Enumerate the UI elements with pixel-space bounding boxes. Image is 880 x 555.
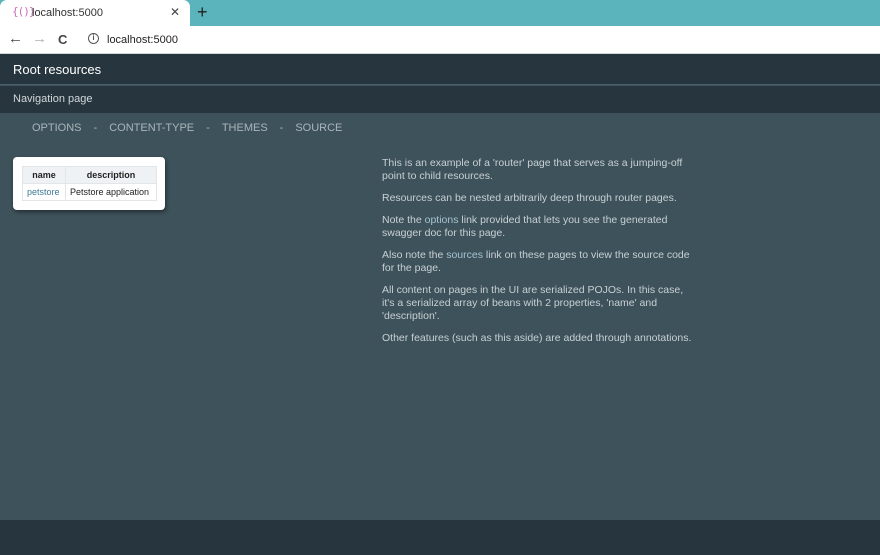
browser-tab[interactable]: {()} localhost:5000 ✕ (0, 0, 190, 26)
nav-separator: - (93, 122, 98, 134)
back-icon[interactable]: ← (8, 30, 23, 48)
aside-paragraph: Note the options link provided that lets… (382, 214, 692, 240)
table-cell-description: Petstore application (65, 183, 157, 201)
page-subheader: Navigation page (0, 86, 880, 113)
aside-text: Also note the (382, 249, 447, 261)
aside-paragraph: Other features (such as this aside) are … (382, 332, 692, 344)
browser-tabstrip: {()} localhost:5000 ✕ + (0, 0, 880, 26)
resource-table-card: name description petstore Petstore appli… (13, 157, 165, 210)
address-bar[interactable]: localhost:5000 (107, 33, 178, 47)
close-tab-icon[interactable]: ✕ (170, 5, 180, 19)
sources-link[interactable]: sources (446, 249, 483, 261)
resource-table: name description petstore Petstore appli… (22, 166, 157, 201)
browser-toolbar: ← → C i localhost:5000 (0, 26, 880, 54)
column-header-name: name (22, 166, 66, 184)
forward-icon[interactable]: → (32, 30, 47, 48)
page-footer (0, 520, 880, 555)
new-tab-icon[interactable]: + (197, 2, 208, 22)
aside-paragraph: This is an example of a 'router' page th… (382, 157, 683, 182)
reload-icon[interactable]: C (58, 31, 67, 49)
page-title: Root resources (13, 62, 102, 77)
aside: This is an example of a 'router' page th… (382, 157, 692, 354)
page-subtitle: Navigation page (13, 93, 93, 105)
aside-text: Note the (382, 214, 425, 226)
aside-paragraph: All content on pages in the UI are seria… (382, 284, 684, 322)
tab-title: localhost:5000 (32, 7, 103, 19)
nav-separator: - (206, 122, 210, 134)
nav-link-options[interactable]: OPTIONS (32, 122, 82, 135)
aside-paragraph: Resources can be nested arbitrarily deep… (382, 192, 677, 204)
aside-paragraph: Also note the sources link on these page… (382, 249, 692, 275)
page-header: Root resources (0, 54, 880, 85)
nav-link-content-type[interactable]: CONTENT-TYPE (109, 122, 194, 135)
table-row: petstore Petstore application (22, 183, 157, 201)
nav-links: OPTIONS - CONTENT-TYPE - THEMES - SOURCE (32, 122, 342, 135)
options-link[interactable]: options (425, 214, 459, 226)
table-header-row: name description (22, 166, 157, 184)
nav-separator: - (279, 122, 284, 134)
column-header-description: description (65, 166, 157, 184)
petstore-link[interactable]: petstore (22, 183, 66, 201)
info-icon[interactable]: i (88, 33, 99, 44)
nav-link-themes[interactable]: THEMES (222, 122, 268, 135)
nav-link-source[interactable]: SOURCE (295, 122, 342, 135)
